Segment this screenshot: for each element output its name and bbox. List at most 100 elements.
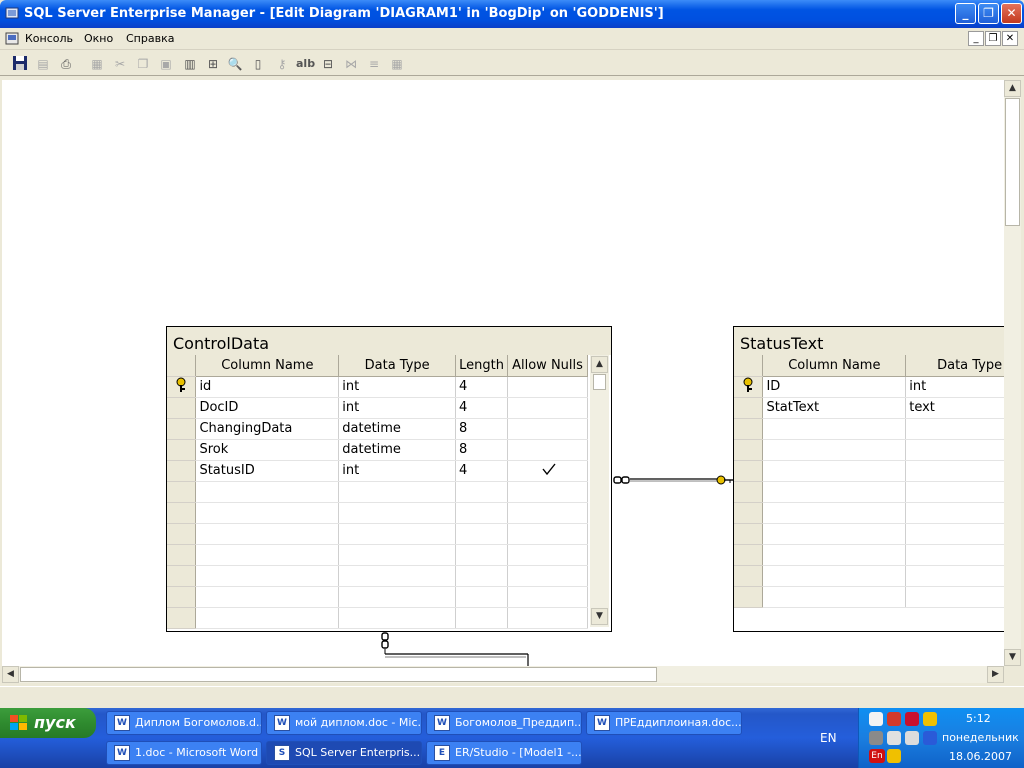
cell-column-name[interactable]: ID <box>762 376 907 398</box>
scroll-thumb[interactable] <box>1005 98 1020 226</box>
cell-empty[interactable] <box>507 481 588 503</box>
shield-tray-icon[interactable] <box>905 712 919 726</box>
relationships-icon[interactable]: ⋈ <box>342 55 360 73</box>
relationship-line-down[interactable] <box>378 630 538 666</box>
taskbar-button[interactable]: E ER/Studio - [Model1 -... <box>426 741 582 765</box>
table-row[interactable] <box>167 607 588 629</box>
table-row[interactable]: Srok datetime 8 <box>167 439 588 461</box>
scroll-thumb[interactable] <box>20 667 657 682</box>
taskbar-button[interactable]: W Диплом Богомолов.d... <box>106 711 262 735</box>
row-selector[interactable] <box>734 376 764 398</box>
cell-length[interactable]: 4 <box>455 376 509 398</box>
cell-empty[interactable] <box>195 586 340 608</box>
cell-empty[interactable] <box>905 460 1007 482</box>
save-icon[interactable] <box>11 55 29 73</box>
cell-empty[interactable] <box>195 544 340 566</box>
row-selector[interactable] <box>167 502 197 524</box>
scroll-left-arrow-icon[interactable]: ◀ <box>2 666 19 683</box>
scroll-down-arrow-icon[interactable]: ▼ <box>1004 649 1021 666</box>
cell-empty[interactable] <box>905 439 1007 461</box>
table-row[interactable] <box>734 418 1007 440</box>
table-row[interactable]: DocID int 4 <box>167 397 588 419</box>
cell-allow-nulls[interactable] <box>507 397 588 419</box>
minimize-button[interactable]: _ <box>955 3 976 24</box>
cell-empty[interactable] <box>905 523 1007 545</box>
header-data-type[interactable]: Data Type <box>338 355 457 377</box>
language-indicator[interactable]: EN <box>820 731 837 745</box>
cell-empty[interactable] <box>905 544 1007 566</box>
cell-allow-nulls[interactable] <box>507 376 588 398</box>
cell-empty[interactable] <box>455 586 509 608</box>
table-vertical-scrollbar[interactable]: ▲ ▼ <box>590 355 609 627</box>
cell-empty[interactable] <box>905 418 1007 440</box>
taskbar-button[interactable]: Wмой диплом.doc - Mic... <box>266 711 422 735</box>
row-selector[interactable] <box>734 586 764 608</box>
properties-icon[interactable]: ▤ <box>34 55 52 73</box>
cell-empty[interactable] <box>338 544 457 566</box>
new-text-annotation-icon[interactable]: alb <box>296 55 315 73</box>
arrange-tables-icon[interactable]: ⊟ <box>319 55 337 73</box>
add-related-tables-icon[interactable]: ⊞ <box>204 55 222 73</box>
header-data-type[interactable]: Data Type <box>905 355 1007 377</box>
cell-data-type[interactable]: datetime <box>338 418 457 440</box>
cell-allow-nulls[interactable] <box>507 439 588 461</box>
cell-empty[interactable] <box>905 586 1007 608</box>
zoom-icon[interactable]: 🔍 <box>226 55 244 73</box>
cell-empty[interactable] <box>507 586 588 608</box>
table-row[interactable] <box>734 481 1007 503</box>
row-selector[interactable] <box>734 565 764 587</box>
table-row[interactable] <box>734 460 1007 482</box>
header-column-name[interactable]: Column Name <box>195 355 340 377</box>
table-title[interactable]: StatusText <box>734 327 1007 355</box>
cell-data-type[interactable]: int <box>905 376 1007 398</box>
cell-empty[interactable] <box>762 586 907 608</box>
row-selector[interactable] <box>167 565 197 587</box>
cell-data-type[interactable]: int <box>338 376 457 398</box>
cell-empty[interactable] <box>338 565 457 587</box>
row-selector[interactable] <box>734 397 764 419</box>
cell-empty[interactable] <box>762 565 907 587</box>
cell-length[interactable]: 8 <box>455 439 509 461</box>
add-table-icon[interactable]: ▥ <box>181 55 199 73</box>
antivirus-tray-icon[interactable] <box>887 749 901 763</box>
scroll-up-arrow-icon[interactable]: ▲ <box>1004 80 1021 97</box>
display-tray-icon[interactable] <box>923 731 937 745</box>
cell-empty[interactable] <box>905 565 1007 587</box>
row-selector[interactable] <box>734 460 764 482</box>
print-icon[interactable]: ⎙ <box>57 55 75 73</box>
cell-empty[interactable] <box>338 607 457 629</box>
cell-allow-nulls[interactable] <box>507 418 588 440</box>
cell-empty[interactable] <box>762 502 907 524</box>
table-row[interactable]: ChangingData datetime 8 <box>167 418 588 440</box>
cell-empty[interactable] <box>762 460 907 482</box>
cell-empty[interactable] <box>195 481 340 503</box>
eye-tray-icon[interactable] <box>869 712 883 726</box>
row-selector[interactable] <box>167 523 197 545</box>
cell-empty[interactable] <box>455 481 509 503</box>
table-row[interactable] <box>734 586 1007 608</box>
canvas-horizontal-scrollbar[interactable]: ◀ ▶ <box>2 666 1004 683</box>
table-row[interactable] <box>734 565 1007 587</box>
cell-empty[interactable] <box>195 607 340 629</box>
row-selector[interactable] <box>734 544 764 566</box>
row-selector[interactable] <box>167 607 197 629</box>
close-button[interactable]: ✕ <box>1001 3 1022 24</box>
cell-empty[interactable] <box>455 502 509 524</box>
cell-length[interactable]: 8 <box>455 418 509 440</box>
scroll-thumb[interactable] <box>593 374 606 390</box>
indexes-icon[interactable]: ≡ <box>365 55 383 73</box>
cell-empty[interactable] <box>507 502 588 524</box>
maximize-button[interactable]: ❐ <box>978 3 999 24</box>
row-selector[interactable] <box>167 439 197 461</box>
cell-column-name[interactable]: Srok <box>195 439 340 461</box>
cell-empty[interactable] <box>338 481 457 503</box>
row-selector[interactable] <box>734 523 764 545</box>
network-tray-icon[interactable] <box>869 731 883 745</box>
row-selector[interactable] <box>167 376 197 398</box>
table-row[interactable] <box>167 502 588 524</box>
cell-allow-nulls[interactable] <box>507 460 588 482</box>
row-selector[interactable] <box>167 481 197 503</box>
taskbar-button-active[interactable]: S SQL Server Enterpris... <box>266 741 422 765</box>
row-selector[interactable] <box>167 397 197 419</box>
copy-icon[interactable]: ❐ <box>134 55 152 73</box>
